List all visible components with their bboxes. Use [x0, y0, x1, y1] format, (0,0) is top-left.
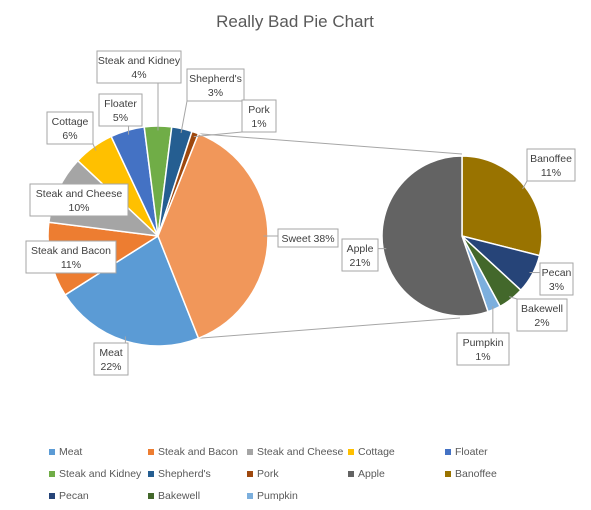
legend-label: Floater [455, 446, 488, 458]
data-label-text: Steak and Cheese [36, 188, 123, 200]
legend-item-floater: Floater [445, 446, 488, 458]
legend-item-cottage: Cottage [348, 446, 395, 458]
legend-swatch [445, 449, 451, 455]
data-label-text: 3% [208, 87, 223, 99]
primary-pie [47, 125, 269, 347]
legend-swatch [148, 493, 154, 499]
data-label-text: Pork [248, 104, 270, 116]
data-label-text: 5% [113, 112, 128, 124]
data-label-steak-and-cheese: Steak and Cheese 10% [29, 183, 129, 217]
data-label-text: Banoffee [530, 153, 572, 165]
legend-item-shepherd-s: Shepherd's [148, 468, 211, 480]
legend-item-pecan: Pecan [49, 490, 89, 502]
legend-label: Meat [59, 446, 82, 458]
data-label-steak-and-bacon: Steak and Bacon 11% [25, 240, 117, 274]
legend-label: Pork [257, 468, 279, 480]
legend-swatch [445, 471, 451, 477]
data-label-pumpkin: Pumpkin 1% [456, 332, 510, 366]
legend-label: Steak and Cheese [257, 446, 344, 458]
data-label-text: Sweet 38% [281, 233, 334, 245]
legend-label: Shepherd's [158, 468, 211, 480]
legend-swatch [49, 449, 55, 455]
data-label-text: 1% [475, 351, 490, 363]
data-label-floater: Floater 5% [98, 93, 143, 127]
data-label-sweet: Sweet 38% [277, 228, 339, 248]
legend-item-steak-and-bacon: Steak and Bacon [148, 446, 238, 458]
data-label-text: 1% [251, 118, 266, 130]
legend-label: Bakewell [158, 490, 200, 502]
data-label-text: 21% [349, 257, 370, 269]
legend-item-apple: Apple [348, 468, 385, 480]
data-label-pork: Pork 1% [241, 99, 277, 133]
data-label-text: 3% [549, 281, 564, 293]
data-label-text: 2% [534, 317, 549, 329]
data-label-text: Cottage [52, 116, 89, 128]
data-label-text: Floater [104, 98, 137, 110]
chart-title: Really Bad Pie Chart [216, 12, 374, 31]
data-label-text: 10% [68, 202, 89, 214]
legend-swatch [247, 471, 253, 477]
legend-label: Pecan [59, 490, 89, 502]
legend-item-steak-and-kidney: Steak and Kidney [49, 468, 142, 480]
data-label-text: Meat [99, 347, 122, 359]
legend-item-meat: Meat [49, 446, 82, 458]
leader-line-shepherd-s [180, 100, 188, 134]
data-label-pecan: Pecan 3% [539, 262, 574, 296]
data-label-text: Bakewell [521, 303, 563, 315]
data-label-text: 11% [61, 259, 81, 271]
data-label-text: Apple [347, 243, 374, 255]
data-label-text: Steak and Bacon [31, 245, 111, 257]
legend-label: Steak and Bacon [158, 446, 238, 458]
connector-line-top [198, 133, 463, 155]
connector-line-bottom [198, 317, 461, 339]
data-label-steak-and-kidney: Steak and Kidney 4% [96, 50, 182, 84]
legend-label: Apple [358, 468, 385, 480]
data-label-banoffee: Banoffee 11% [526, 148, 576, 182]
data-label-text: Pecan [542, 267, 572, 279]
data-label-text: 4% [131, 69, 146, 81]
data-label-apple: Apple 21% [341, 238, 379, 272]
legend-swatch [49, 471, 55, 477]
data-label-meat: Meat 22% [93, 342, 129, 376]
chart-area: Really Bad Pie Chart Meat 22% Steak and Ba… [0, 0, 591, 510]
data-label-shepherd-s: Shepherd's 3% [186, 68, 245, 102]
data-label-text: 6% [62, 130, 77, 142]
data-label-text: Pumpkin [463, 337, 504, 349]
legend-swatch [247, 493, 253, 499]
legend: Meat Steak and Bacon Steak and Cheese Cotta… [49, 446, 497, 502]
legend-item-bakewell: Bakewell [148, 490, 200, 502]
legend-item-pork: Pork [247, 468, 279, 480]
legend-swatch [49, 493, 55, 499]
legend-label: Steak and Kidney [59, 468, 142, 480]
legend-label: Pumpkin [257, 490, 298, 502]
legend-swatch [148, 471, 154, 477]
secondary-pie [381, 155, 543, 317]
pie-chart-svg: Really Bad Pie Chart Meat 22% Steak and Ba… [25, 12, 576, 502]
legend-label: Banoffee [455, 468, 497, 480]
legend-item-steak-and-cheese: Steak and Cheese [247, 446, 344, 458]
legend-swatch [148, 449, 154, 455]
legend-label: Cottage [358, 446, 395, 458]
data-label-bakewell: Bakewell 2% [516, 298, 568, 332]
legend-swatch [247, 449, 253, 455]
data-label-text: 11% [541, 167, 561, 179]
legend-swatch [348, 449, 354, 455]
legend-item-banoffee: Banoffee [445, 468, 497, 480]
data-label-text: Shepherd's [189, 73, 242, 85]
data-label-text: 22% [100, 361, 121, 373]
legend-item-pumpkin: Pumpkin [247, 490, 298, 502]
data-label-cottage: Cottage 6% [46, 111, 94, 145]
data-label-text: Steak and Kidney [98, 55, 181, 67]
legend-swatch [348, 471, 354, 477]
